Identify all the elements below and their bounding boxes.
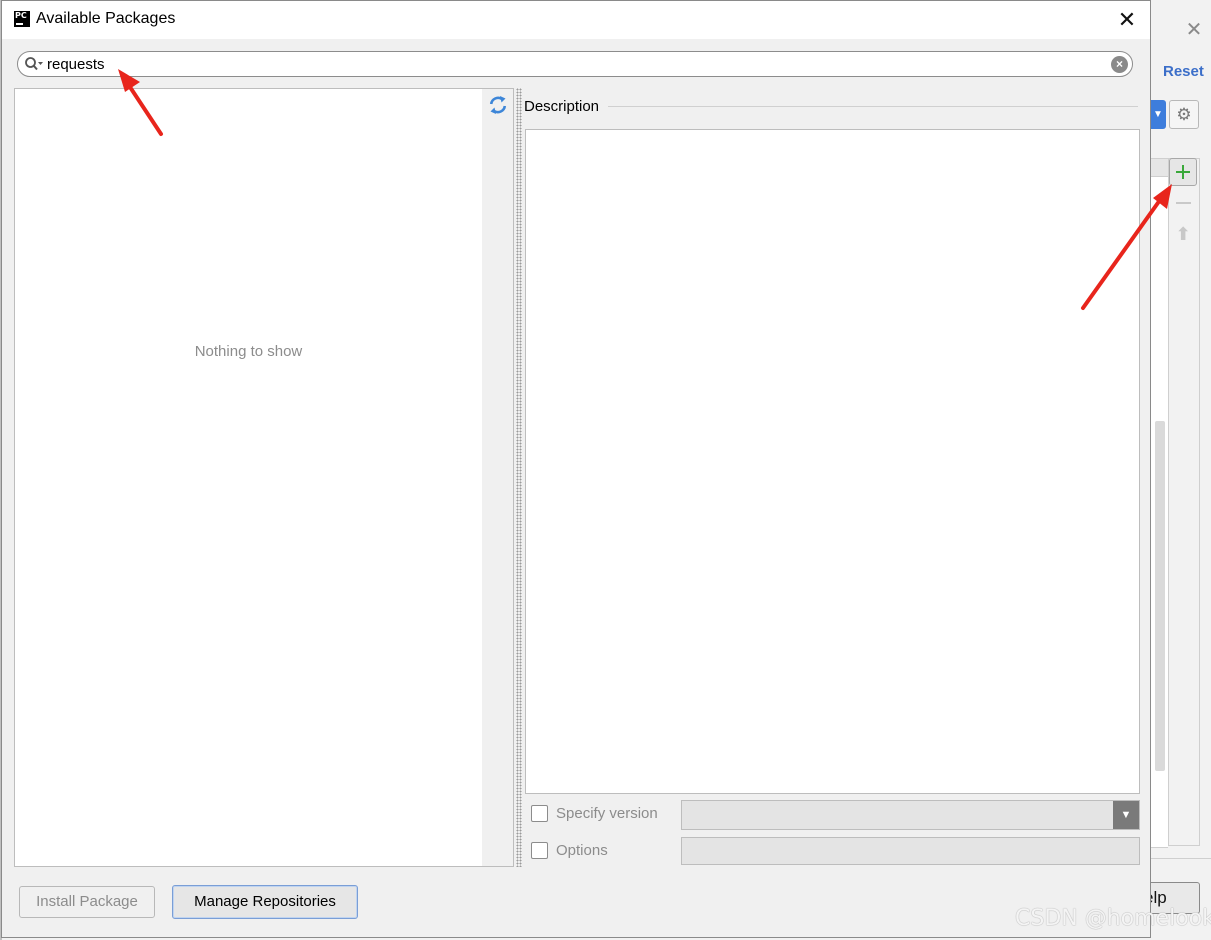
- description-label: Description: [524, 98, 600, 115]
- specify-version-checkbox[interactable]: [531, 805, 548, 822]
- interpreter-dropdown-arrow-icon[interactable]: ▼: [1150, 100, 1166, 129]
- title-bar[interactable]: PC Available Packages ✕: [2, 1, 1150, 39]
- package-list[interactable]: Nothing to show: [14, 88, 483, 867]
- search-box[interactable]: ×: [17, 51, 1133, 77]
- options-checkbox[interactable]: [531, 842, 548, 859]
- description-divider: [608, 106, 1138, 107]
- reload-icon[interactable]: [487, 95, 509, 115]
- close-icon[interactable]: ✕: [1114, 7, 1140, 33]
- upgrade-package-arrow-up-icon[interactable]: ⬆: [1174, 225, 1192, 243]
- dialog-title: Available Packages: [36, 10, 176, 27]
- background-close-icon[interactable]: ✕: [1182, 18, 1206, 42]
- version-select[interactable]: ▼: [681, 800, 1140, 830]
- search-icon[interactable]: [24, 56, 44, 72]
- table-scrollbar[interactable]: [1155, 421, 1165, 771]
- gear-icon[interactable]: ⚙: [1169, 100, 1199, 129]
- clear-search-icon[interactable]: ×: [1111, 56, 1128, 73]
- available-packages-dialog: PC Available Packages ✕ × Nothing to sho…: [1, 0, 1151, 938]
- manage-repositories-button[interactable]: Manage Repositories: [172, 885, 358, 919]
- package-side-toolbar: [1168, 158, 1200, 846]
- add-package-plus-icon[interactable]: [1169, 158, 1197, 186]
- chevron-down-icon[interactable]: ▼: [1113, 801, 1139, 829]
- remove-package-minus-icon[interactable]: [1176, 202, 1191, 204]
- reset-link[interactable]: Reset: [1163, 63, 1204, 80]
- description-panel: [525, 129, 1140, 794]
- pycharm-app-icon: PC: [14, 11, 30, 27]
- installed-packages-table[interactable]: [1150, 158, 1168, 848]
- app-icon-text: PC: [15, 11, 27, 20]
- specify-version-label: Specify version: [556, 805, 658, 822]
- search-input[interactable]: [47, 54, 1097, 74]
- pane-splitter[interactable]: [516, 88, 522, 867]
- options-field[interactable]: [681, 837, 1140, 865]
- divider: [1150, 858, 1211, 859]
- install-package-button[interactable]: Install Package: [19, 886, 155, 918]
- watermark: CSDN @homelook: [1015, 906, 1211, 931]
- table-header: [1151, 159, 1168, 177]
- package-list-toolbar: [482, 88, 514, 867]
- empty-list-message: Nothing to show: [194, 343, 303, 360]
- options-label: Options: [556, 842, 608, 859]
